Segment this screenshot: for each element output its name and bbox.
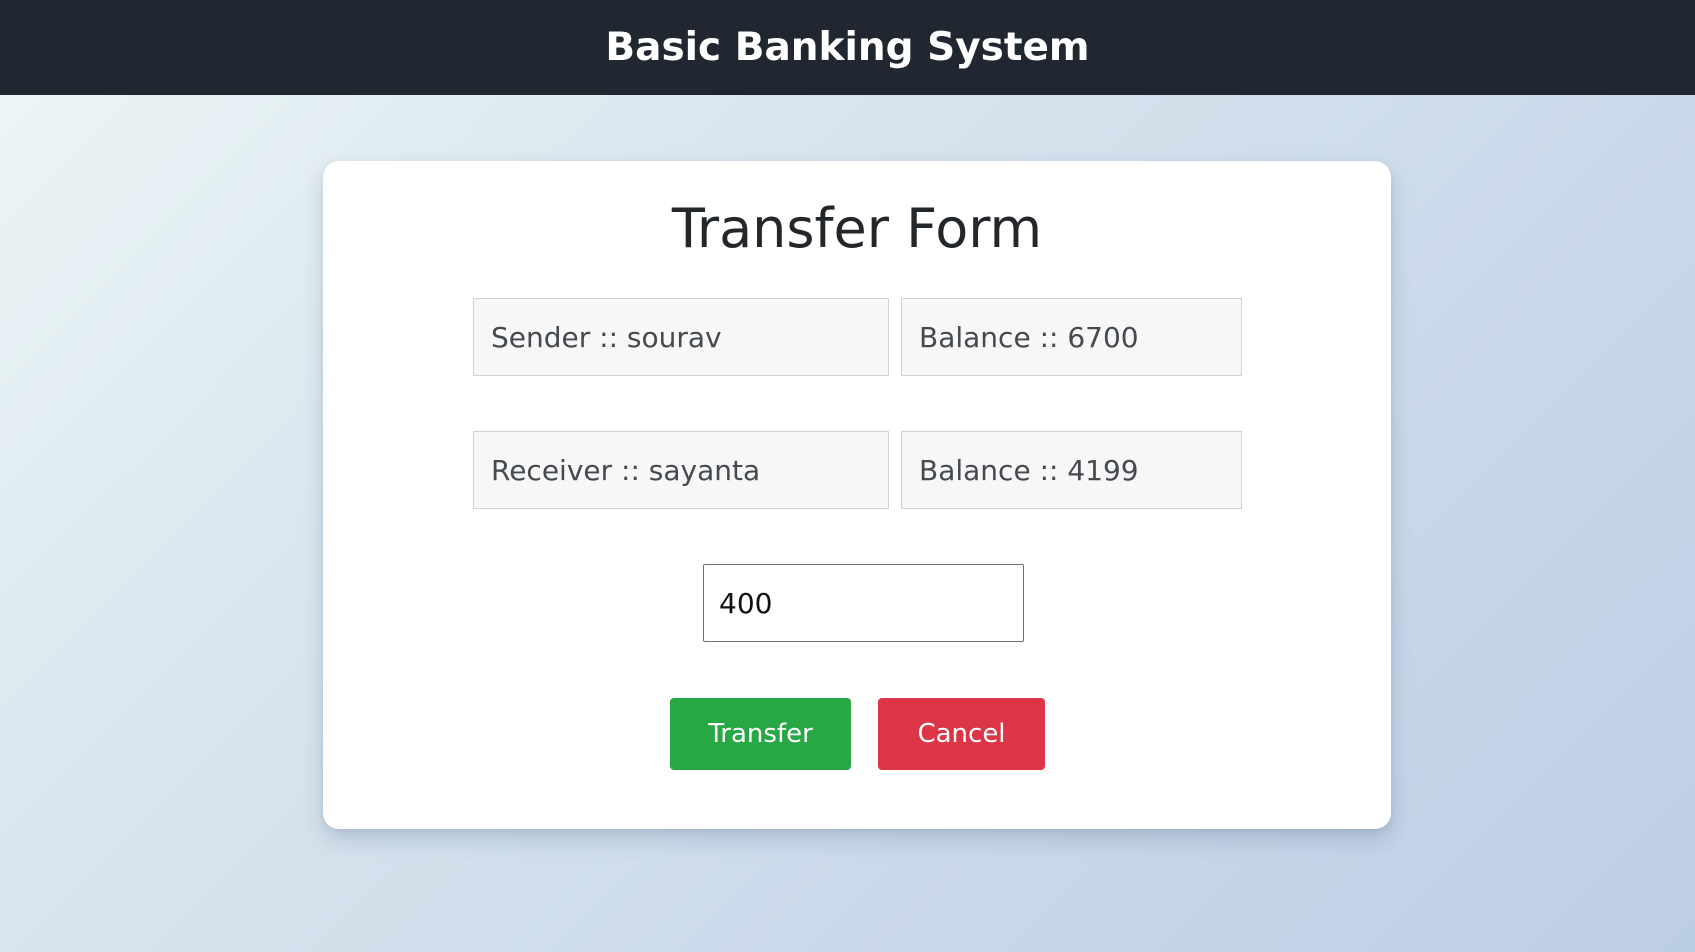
sender-balance-field: Balance :: 6700 [901,298,1242,376]
transfer-form-card: Transfer Form Sender :: sourav Balance :… [323,161,1391,829]
cancel-button[interactable]: Cancel [878,698,1045,770]
form-title: Transfer Form [671,197,1043,260]
receiver-balance-field: Balance :: 4199 [901,431,1242,509]
amount-input[interactable] [703,564,1024,642]
transfer-button[interactable]: Transfer [670,698,851,770]
top-navbar: Basic Banking System [0,0,1695,95]
app-title: Basic Banking System [605,25,1090,70]
sender-field: Sender :: sourav [473,298,889,376]
receiver-field: Receiver :: sayanta [473,431,889,509]
